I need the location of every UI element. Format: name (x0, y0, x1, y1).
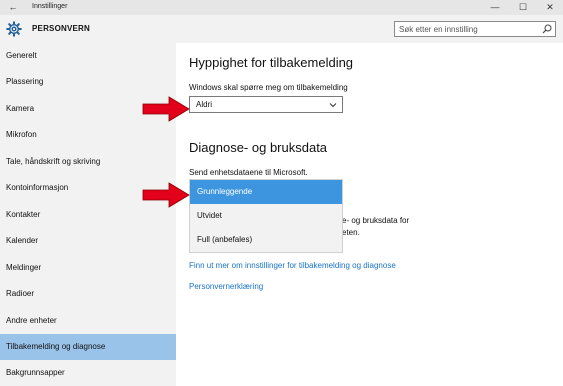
sidebar-item-andre-enheter[interactable]: Andre enheter (0, 308, 176, 334)
sidebar-item-kalender[interactable]: Kalender (0, 228, 176, 254)
option-grunnleggende[interactable]: Grunnleggende (190, 180, 342, 204)
page-title: PERSONVERN (32, 24, 91, 33)
diagnostics-description-partial-2: eten. (342, 228, 360, 237)
feedback-frequency-heading: Hyppighet for tilbakemelding (189, 55, 354, 70)
window-title: Innstillinger (32, 3, 68, 10)
option-utvidet[interactable]: Utvidet (190, 204, 342, 228)
learn-more-link[interactable]: Finn ut mer om innstillinger for tilbake… (189, 261, 396, 270)
back-arrow-icon[interactable]: ← (6, 1, 20, 13)
privacy-statement-link[interactable]: Personvernerklæring (189, 282, 263, 291)
diagnostics-dropdown-list: Grunnleggende Utvidet Full (anbefales) (189, 179, 343, 253)
feedback-frequency-select[interactable]: Aldri (189, 96, 343, 113)
sidebar-item-meldinger[interactable]: Meldinger (0, 255, 176, 281)
sidebar-item-tale[interactable]: Tale, håndskrift og skriving (0, 149, 176, 175)
feedback-frequency-label: Windows skal spørre meg om tilbakemeldin… (189, 83, 348, 92)
sidebar-item-plassering[interactable]: Plassering (0, 69, 176, 95)
diagnostics-heading: Diagnose- og bruksdata (189, 140, 328, 155)
sidebar-item-bakgrunnsapper[interactable]: Bakgrunnsapper (0, 360, 176, 386)
gear-icon (6, 21, 22, 37)
feedback-frequency-value: Aldri (196, 100, 213, 109)
chevron-down-icon (329, 103, 337, 108)
sidebar-item-mikrofon[interactable]: Mikrofon (0, 122, 176, 148)
page-header: PERSONVERN (0, 15, 563, 43)
sidebar-item-generelt[interactable]: Generelt (0, 43, 176, 69)
sidebar-item-tilbakemelding[interactable]: Tilbakemelding og diagnose (0, 334, 176, 360)
annotation-arrow-icon (142, 96, 190, 122)
minimize-button[interactable]: — (482, 0, 508, 15)
search-icon[interactable] (542, 24, 552, 34)
sidebar-nav: Generelt Plassering Kamera Mikrofon Tale… (0, 43, 176, 386)
maximize-button[interactable]: ☐ (510, 0, 536, 15)
main-content: Hyppighet for tilbakemelding Windows ska… (176, 43, 563, 386)
title-bar: ← Innstillinger — ☐ ✕ (0, 0, 563, 15)
sidebar-item-radioer[interactable]: Radioer (0, 281, 176, 307)
annotation-arrow-icon (142, 182, 190, 208)
diagnostics-label: Send enhetsdataene til Microsoft. (189, 168, 308, 177)
option-full[interactable]: Full (anbefales) (190, 228, 342, 252)
search-box[interactable] (394, 21, 556, 37)
search-input[interactable] (399, 24, 539, 35)
diagnostics-description-partial: e- og bruksdata for (342, 216, 410, 225)
close-button[interactable]: ✕ (537, 0, 563, 15)
